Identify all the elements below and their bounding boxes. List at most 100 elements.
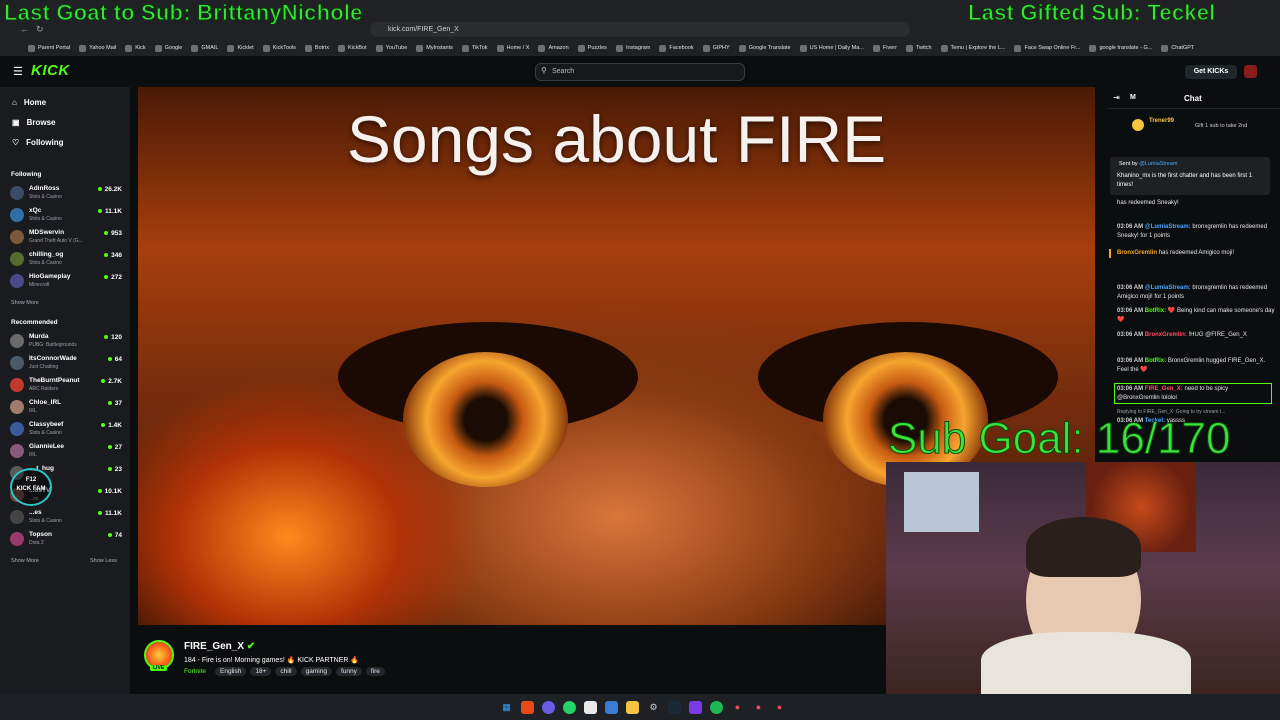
bookmark-item[interactable]: Instagram [615, 44, 650, 52]
channel-row[interactable]: Classybeef Slots & Casino 1.4K [10, 419, 122, 439]
chat-username[interactable]: BotRix: [1145, 358, 1166, 364]
bookmark-item[interactable]: GIPHY [702, 44, 730, 52]
chat-message[interactable]: 03:06 AM BronxGremlin: !HUG @FIRE_Gen_X [1117, 331, 1275, 340]
photos-icon[interactable] [605, 700, 618, 714]
bookmark-item[interactable]: Google [154, 44, 182, 52]
bookmark-item[interactable]: Puzzles [577, 44, 607, 52]
bookmark-label: Puzzles [587, 45, 607, 51]
stream-tag[interactable]: funny [335, 667, 362, 676]
address-bar[interactable]: kick.com/FIRE_Gen_X [370, 22, 910, 37]
steam-icon[interactable] [668, 700, 681, 714]
channel-row[interactable]: chilling_og Slots & Casino 346 [10, 249, 122, 269]
channel-row[interactable]: HioGameplay Minecraft 272 [10, 271, 122, 291]
chat-message[interactable]: 03:06 AM @LumiaStream: bronxgremlin has … [1117, 223, 1275, 240]
bookmark-item[interactable]: Kick [125, 44, 146, 52]
chat-message[interactable]: 03:06 AM @LumiaStream: bronxgremlin has … [1117, 284, 1275, 301]
chat-username[interactable]: @LumiaStream: [1145, 224, 1191, 230]
chat-message[interactable]: 03:06 AM BotRix: ❤️ Being kind can make … [1117, 307, 1275, 324]
channel-row[interactable]: MDSwervin Grand Theft Auto V (G... 953 [10, 227, 122, 247]
webcam-feed [886, 462, 1280, 694]
bookmark-item[interactable]: Google Translate [738, 44, 791, 52]
streamer-hair [1026, 517, 1141, 577]
channel-row[interactable]: ...es Slots & Casino 11.1K [10, 507, 122, 527]
nav-following-label: Following [26, 138, 64, 147]
bookmark-icon [940, 44, 948, 52]
chat-username[interactable]: BotRix: [1145, 308, 1166, 314]
bookmark-item[interactable]: Amazon [538, 44, 569, 52]
app-icon-2[interactable]: ● [752, 701, 765, 714]
whatsapp-icon[interactable] [563, 700, 576, 714]
bookmark-item[interactable]: US Home | Daily Ma... [799, 44, 864, 52]
chat-message[interactable]: 03:06 AM FIRE_Gen_X: need to be spicy @B… [1114, 383, 1272, 404]
channel-row[interactable]: GiannieLee IRL 27 [10, 441, 122, 461]
bookmark-item[interactable]: Temu | Explore the L... [940, 44, 1005, 52]
show-more-following[interactable]: Show More [11, 300, 39, 306]
bookmark-item[interactable]: MyInstants [416, 44, 453, 52]
nav-following[interactable]: ♡ Following [12, 138, 64, 147]
chat-username[interactable]: BronxGremlin [1117, 250, 1157, 256]
channel-row[interactable]: AdinRoss Slots & Casino 26.2K [10, 183, 122, 203]
bookmark-item[interactable]: KickTools [262, 44, 296, 52]
chat-username[interactable]: FIRE_Gen_X: [1145, 386, 1183, 392]
bookmark-item[interactable]: google translate - G... [1089, 44, 1152, 52]
bookmark-item[interactable]: TikTok [461, 44, 488, 52]
bookmark-icon [154, 44, 162, 52]
bookmark-item[interactable]: Facebook [659, 44, 694, 52]
chat-message[interactable]: has redeemed Sneaky! [1117, 199, 1275, 208]
stream-tag[interactable]: fire [365, 667, 385, 676]
chat-message[interactable]: BronxGremlin has redeemed Amigico moji! [1109, 249, 1267, 258]
bookmark-item[interactable]: Home / X [496, 44, 529, 52]
stream-tag[interactable]: chill [275, 667, 297, 676]
discord-icon[interactable] [542, 700, 555, 714]
bookmark-item[interactable]: Yahoo Mail [79, 44, 116, 52]
show-more-recommended[interactable]: Show More [11, 558, 39, 564]
calendar-icon[interactable] [584, 700, 597, 714]
channel-name: HioGameplay [29, 273, 71, 280]
bookmark-item[interactable]: Kicklet [227, 44, 254, 52]
kick-logo[interactable]: KICK [31, 62, 70, 79]
bookmark-item[interactable]: Face Swap Online Fr... [1014, 44, 1080, 52]
browser-icon[interactable] [521, 700, 534, 714]
channel-row[interactable]: TheBurntPeanut ARC Raiders 2.7K [10, 375, 122, 395]
settings-icon[interactable]: ⚙ [647, 701, 660, 714]
collapse-chat-icon[interactable]: ⇥ [1113, 93, 1120, 102]
channel-row[interactable]: xQc Slots & Casino 11.1K [10, 205, 122, 225]
bookmark-item[interactable]: Twitch [905, 44, 932, 52]
bookmark-item[interactable]: Fiverr [872, 44, 897, 52]
chat-username[interactable]: BronxGremlin: [1145, 332, 1187, 338]
channel-name: TheBurntPeanut [29, 377, 80, 384]
spotify-icon[interactable] [710, 700, 723, 714]
show-less-recommended[interactable]: Show Less [90, 558, 117, 564]
channel-row[interactable]: Topson Dota 2 74 [10, 529, 122, 549]
bookmark-item[interactable]: GMAIL [191, 44, 218, 52]
chat-username[interactable]: @LumiaStream: [1145, 285, 1191, 291]
file-explorer-icon[interactable] [626, 700, 639, 714]
nav-home[interactable]: ⌂ Home [12, 98, 46, 107]
chat-mode-letter[interactable]: M [1130, 94, 1136, 101]
bookmark-item[interactable]: Botrix [304, 44, 329, 52]
app-icon[interactable]: ● [731, 701, 744, 714]
app-icon-3[interactable]: ● [773, 701, 786, 714]
channel-row[interactable]: ItsConnorWade Just Chatting 64 [10, 353, 122, 373]
bookmark-item[interactable]: YouTube [375, 44, 407, 52]
stream-tag[interactable]: 18+ [250, 667, 272, 676]
chat-message[interactable]: 03:06 AM BotRix: BronxGremlin hugged FIR… [1117, 357, 1275, 374]
bookmark-item[interactable]: ChatGPT [1161, 44, 1194, 52]
bookmark-item[interactable]: Parent Portal [28, 44, 70, 52]
nav-browse[interactable]: ▣ Browse [12, 118, 55, 127]
stream-tag[interactable]: English [215, 667, 247, 676]
stream-tag[interactable]: gaming [300, 667, 332, 676]
obs-icon[interactable] [689, 700, 702, 714]
channel-name[interactable]: FIRE_Gen_X ✔ [184, 641, 255, 652]
category-link[interactable]: Fortnite [184, 667, 211, 676]
pinned-message[interactable]: Sent by @LumiaStream Khanino_mx is the f… [1110, 157, 1270, 195]
bookmark-label: Kicklet [237, 45, 254, 51]
windows-start-icon[interactable]: ▦ [500, 701, 513, 714]
channel-row[interactable]: Chloe_IRL IRL 37 [10, 397, 122, 417]
menu-icon[interactable]: ☰ [13, 65, 23, 78]
user-avatar[interactable] [1244, 65, 1257, 78]
channel-row[interactable]: Murda PUBG: Battlegrounds 120 [10, 331, 122, 351]
get-kicks-button[interactable]: Get KICKs [1185, 65, 1237, 79]
search-input[interactable]: Search [535, 63, 745, 81]
bookmark-item[interactable]: KickBot [337, 44, 367, 52]
